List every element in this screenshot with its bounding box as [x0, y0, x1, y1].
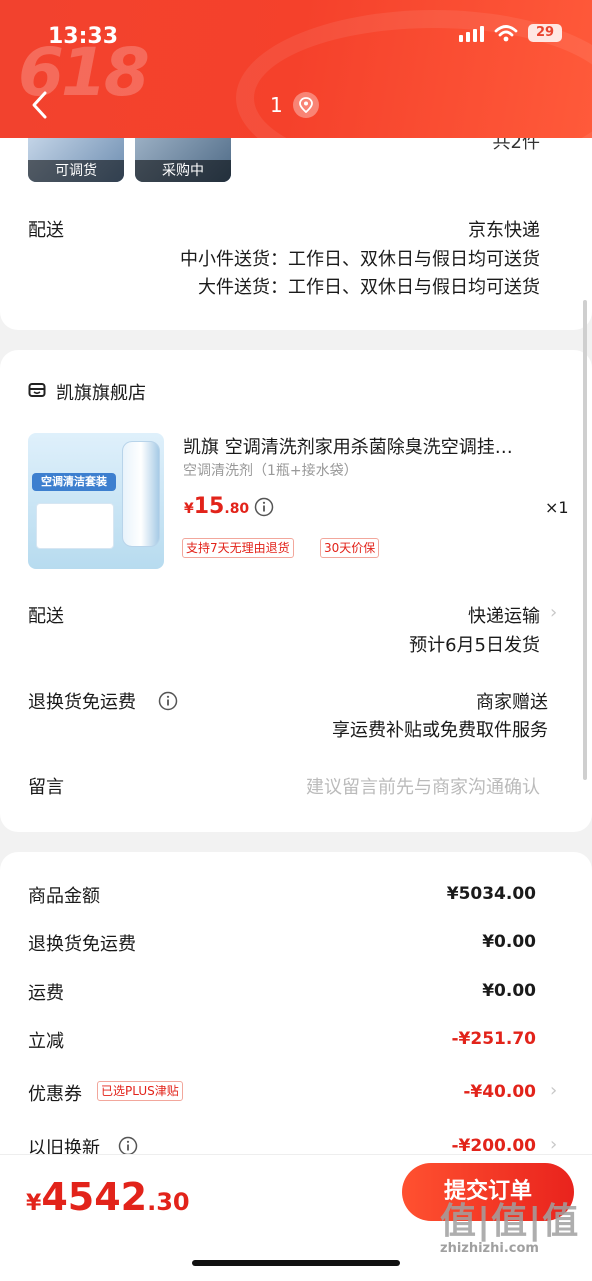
product-quantity[interactable]: ×1 [545, 498, 569, 517]
step-number: 1 [270, 93, 283, 117]
chevron-right-icon[interactable]: › [550, 1134, 557, 1155]
store-delivery-label: 配送 [28, 606, 64, 627]
price-int: 15 [193, 494, 225, 519]
return-shipping-desc: 享运费补贴或免费取件服务 [332, 720, 548, 741]
summary-value-coupon[interactable]: -¥40.00 [463, 1082, 536, 1102]
product-image-text: 空调清洁套装 [41, 475, 107, 488]
price-info-icon[interactable] [254, 497, 274, 517]
product-box [36, 503, 114, 549]
summary-value-discount: -¥251.70 [451, 1029, 537, 1049]
price-protect-badge: 30天价保 [320, 538, 380, 558]
home-indicator[interactable] [192, 1260, 400, 1266]
summary-value-return-fee: ¥0.00 [482, 932, 536, 952]
chevron-right-icon[interactable]: › [550, 602, 557, 623]
watermark-logo: 值|值|值 zhizhizhi.com [440, 1201, 580, 1257]
delivery-label: 配送 [28, 220, 64, 241]
watermark-url: zhizhizhi.com [440, 1241, 539, 1256]
order-total: ¥4542.30 [26, 1175, 190, 1219]
summary-label-discount: 立减 [28, 1031, 64, 1052]
status-time: 13:33 [48, 24, 119, 49]
total-currency: ¥ [26, 1191, 42, 1216]
delivery-line-2: 大件送货：工作日、双休日与假日均可送货 [198, 277, 540, 298]
total-dec: .30 [147, 1188, 190, 1216]
chevron-right-icon[interactable]: › [550, 1080, 557, 1101]
plus-subsidy-badge: 已选PLUS津贴 [97, 1081, 183, 1101]
checkout-footer: ¥4542.30 提交订单 值|值|值 zhizhizhi.com [0, 1154, 592, 1281]
return-shipping-value: 商家赠送 [476, 692, 548, 713]
summary-label-coupon[interactable]: 优惠券 [28, 1080, 82, 1106]
store-card [0, 350, 592, 832]
product-spec[interactable]: 空调清洗剂（1瓶+接水袋） [183, 460, 358, 480]
return-policy-badge: 支持7天无理由退货 [182, 538, 294, 558]
total-int: 4542 [41, 1175, 148, 1219]
product-title[interactable]: 凯旗 空调清洗剂家用杀菌除臭洗空调挂… [183, 433, 513, 459]
return-shipping-label: 退换货免运费 [28, 692, 136, 713]
product-bottle [122, 441, 160, 547]
thumb-label: 采购中 [135, 160, 231, 182]
watermark-glyphs: 值|值|值 [440, 1201, 580, 1242]
return-shipping-info-icon[interactable] [158, 691, 178, 711]
scrollbar[interactable] [583, 300, 587, 780]
message-label: 留言 [28, 777, 64, 798]
store-delivery-eta: 预计6月5日发货 [409, 635, 540, 656]
store-delivery-method[interactable]: 快递运输 [468, 602, 540, 628]
message-input[interactable]: 建议留言前先与商家沟通确认 [306, 773, 540, 799]
status-icons: 29 [459, 24, 562, 42]
thumb-label: 可调货 [28, 160, 124, 182]
price-symbol: ¥ [184, 501, 194, 517]
summary-value-trade-in[interactable]: -¥200.00 [452, 1136, 537, 1156]
battery-icon: 29 [528, 24, 562, 42]
summary-label-return-fee: 退换货免运费 [28, 934, 136, 955]
header-bar: 618 13:33 29 1 [0, 0, 592, 138]
wifi-icon [494, 25, 518, 42]
delivery-carrier: 京东快递 [468, 220, 540, 241]
back-arrow-icon[interactable] [28, 90, 52, 120]
trade-in-info-icon[interactable] [118, 1136, 138, 1156]
store-name[interactable]: 凯旗旗舰店 [56, 379, 146, 405]
summary-label-shipping: 运费 [28, 983, 64, 1004]
summary-value-goods: ¥5034.00 [446, 884, 536, 904]
cellular-signal-icon [459, 24, 484, 42]
address-step[interactable]: 1 [270, 92, 319, 118]
price-dec: .80 [224, 501, 250, 517]
summary-value-shipping: ¥0.00 [482, 981, 536, 1001]
summary-label-goods: 商品金额 [28, 886, 100, 907]
location-icon [292, 92, 319, 118]
delivery-line-1: 中小件送货：工作日、双休日与假日均可送货 [180, 249, 540, 270]
product-price: ¥15.80 [184, 494, 249, 519]
product-image[interactable]: 空调清洁套装 [28, 433, 164, 569]
store-icon [28, 383, 46, 397]
